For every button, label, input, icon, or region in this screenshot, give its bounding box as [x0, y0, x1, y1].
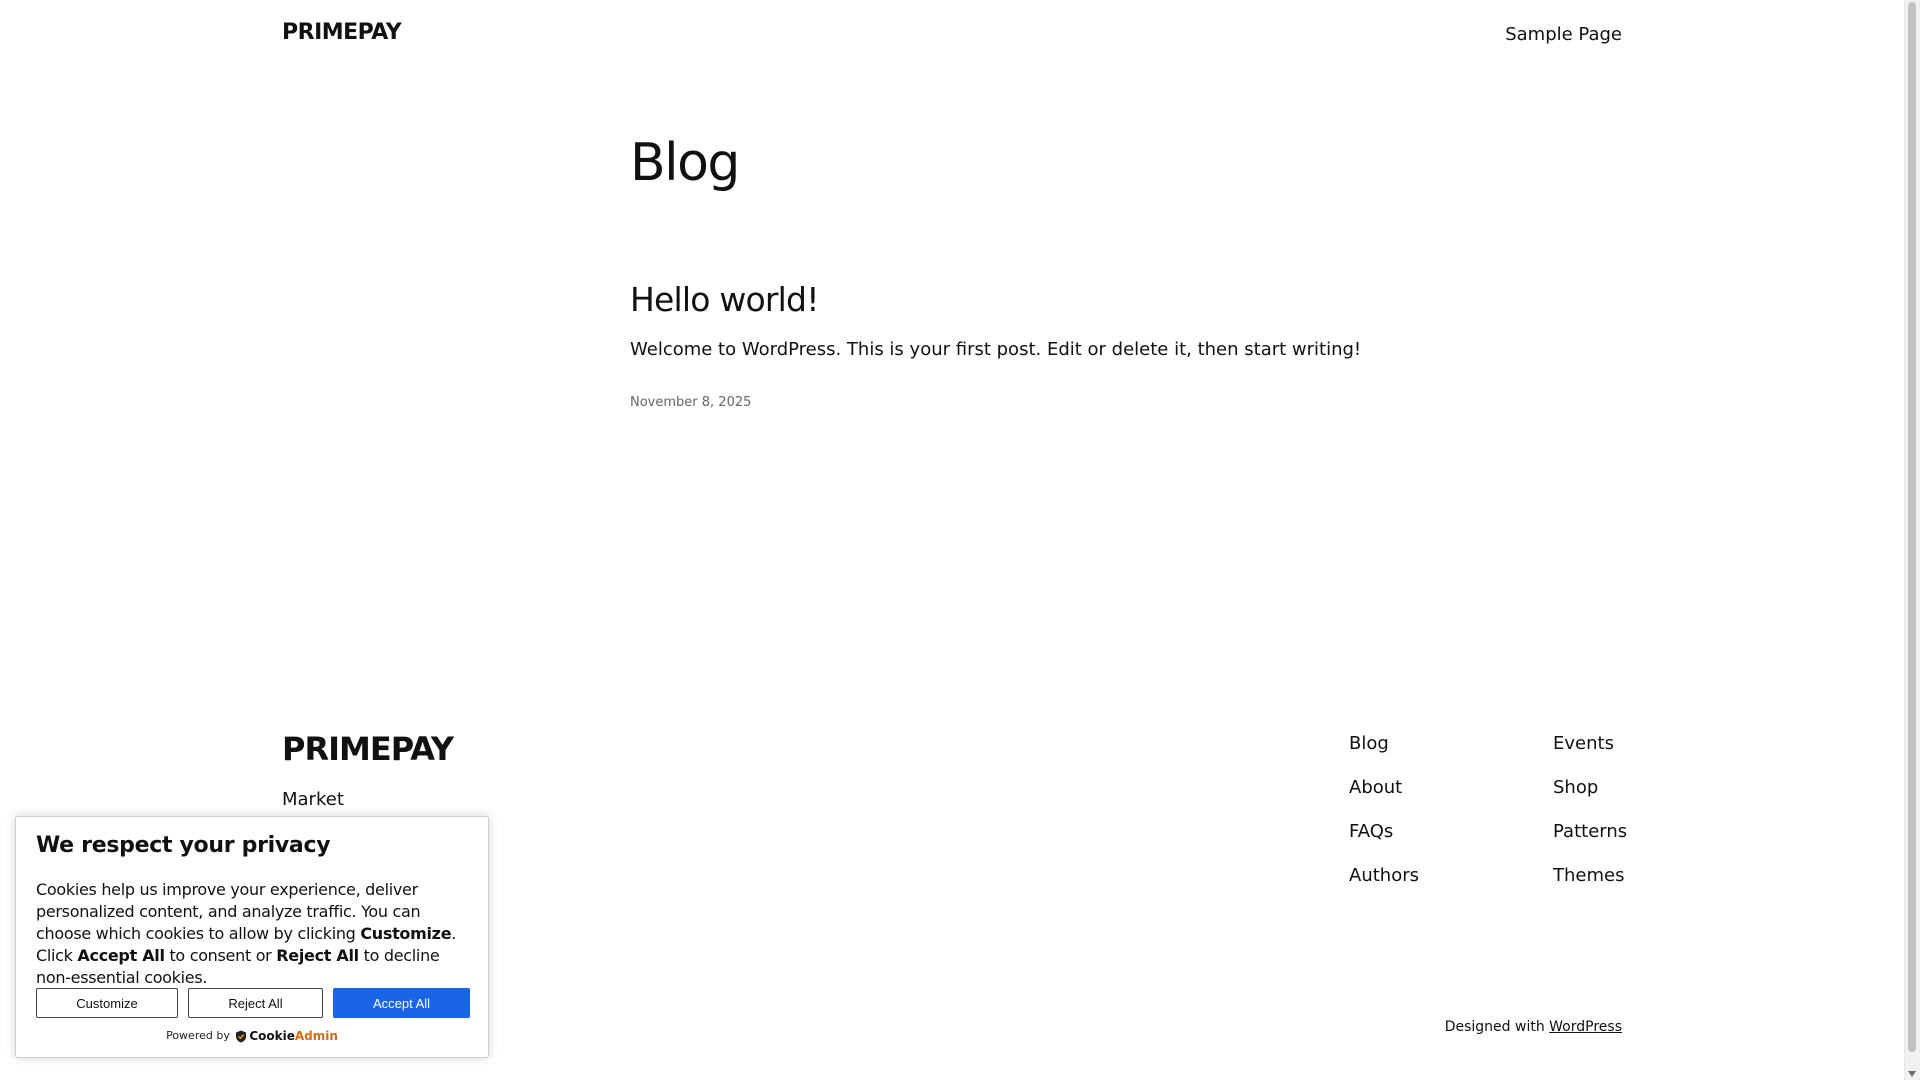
footer-link-shop[interactable]: Shop — [1553, 776, 1627, 820]
shield-icon — [236, 1030, 247, 1042]
cookie-consent-banner: We respect your privacy Cookies help us … — [15, 816, 489, 1058]
reject-all-button[interactable]: Reject All — [188, 988, 323, 1018]
brand-cookie-text: Cookie — [249, 1029, 295, 1043]
credits-prefix: Designed with — [1444, 1019, 1550, 1035]
scrollbar-thumb[interactable] — [1908, 2, 1916, 1052]
footer-nav-column-2: Events Shop Patterns Themes — [1553, 732, 1627, 908]
cookie-text-bold: Customize — [360, 924, 452, 943]
nav-link-sample-page[interactable]: Sample Page — [1505, 24, 1622, 45]
cookie-banner-buttons: Customize Reject All Accept All — [36, 988, 470, 1018]
brand-admin-text: Admin — [294, 1029, 338, 1043]
post-excerpt: Welcome to WordPress. This is your first… — [630, 339, 1362, 360]
post-title-link[interactable]: Hello world! — [630, 280, 819, 319]
customize-button[interactable]: Customize — [36, 988, 178, 1018]
scroll-down-arrow-icon[interactable] — [1908, 1071, 1916, 1077]
cookie-text-part: to consent or — [164, 946, 277, 965]
cookie-banner-text: Cookies help us improve your experience,… — [36, 879, 472, 989]
accept-all-button[interactable]: Accept All — [333, 988, 470, 1018]
footer-brand[interactable]: PRIMEPAY — [282, 730, 454, 768]
cookie-banner-heading: We respect your privacy — [36, 833, 331, 858]
page-title: Blog — [630, 133, 740, 193]
post-date: November 8, 2025 — [630, 395, 752, 410]
site-title-link[interactable]: PRIMEPAY — [282, 20, 402, 45]
wordpress-link[interactable]: WordPress — [1549, 1019, 1622, 1035]
footer-link-faqs[interactable]: FAQs — [1349, 820, 1419, 864]
footer-link-patterns[interactable]: Patterns — [1553, 820, 1627, 864]
footer-link-themes[interactable]: Themes — [1553, 864, 1627, 908]
footer-credits: Designed with WordPress — [1445, 1019, 1622, 1035]
footer-nav-column-1: Blog About FAQs Authors — [1349, 732, 1419, 908]
vertical-scrollbar[interactable] — [1904, 0, 1920, 1080]
powered-by: Powered by Cookie Admin — [16, 1029, 488, 1043]
cookie-text-bold: Accept All — [77, 946, 165, 965]
powered-by-label: Powered by — [166, 1029, 230, 1042]
footer-link-authors[interactable]: Authors — [1349, 864, 1419, 908]
footer-link-events[interactable]: Events — [1553, 732, 1627, 776]
footer-link-blog[interactable]: Blog — [1349, 732, 1419, 776]
footer-link-about[interactable]: About — [1349, 776, 1419, 820]
page: PRIMEPAY Sample Page Blog Hello world! W… — [0, 0, 1905, 1080]
footer-tagline: Market — [282, 789, 344, 810]
cookie-text-bold: Reject All — [276, 946, 359, 965]
cookieadmin-logo[interactable]: Cookie Admin — [233, 1029, 338, 1043]
